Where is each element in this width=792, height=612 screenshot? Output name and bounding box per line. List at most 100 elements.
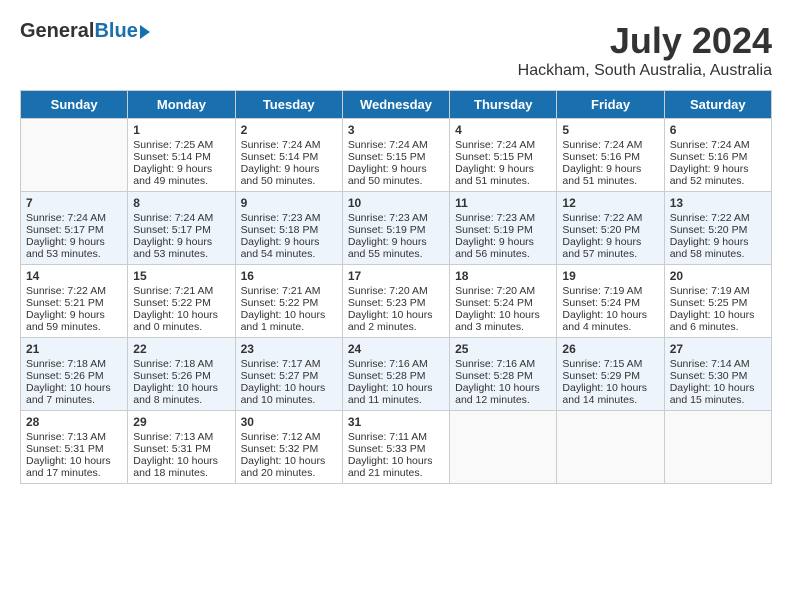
calendar-empty-cell (450, 411, 557, 484)
day-of-week-header: Monday (128, 91, 235, 119)
sunrise-text: Sunrise: 7:23 AM (348, 212, 444, 224)
day-number: 22 (133, 342, 229, 356)
calendar-day-cell: 12Sunrise: 7:22 AMSunset: 5:20 PMDayligh… (557, 192, 664, 265)
calendar-day-cell: 15Sunrise: 7:21 AMSunset: 5:22 PMDayligh… (128, 265, 235, 338)
calendar-title: July 2024 (518, 20, 772, 62)
calendar-day-cell: 19Sunrise: 7:19 AMSunset: 5:24 PMDayligh… (557, 265, 664, 338)
sunset-text: Sunset: 5:33 PM (348, 443, 444, 455)
sunset-text: Sunset: 5:26 PM (133, 370, 229, 382)
sunset-text: Sunset: 5:15 PM (455, 151, 551, 163)
daylight-text: Daylight: 10 hours and 6 minutes. (670, 309, 766, 333)
sunset-text: Sunset: 5:28 PM (455, 370, 551, 382)
daylight-text: Daylight: 10 hours and 3 minutes. (455, 309, 551, 333)
calendar-day-cell: 4Sunrise: 7:24 AMSunset: 5:15 PMDaylight… (450, 119, 557, 192)
sunrise-text: Sunrise: 7:13 AM (26, 431, 122, 443)
sunset-text: Sunset: 5:16 PM (670, 151, 766, 163)
calendar-day-cell: 29Sunrise: 7:13 AMSunset: 5:31 PMDayligh… (128, 411, 235, 484)
logo-blue-text: Blue (94, 20, 137, 43)
sunset-text: Sunset: 5:22 PM (133, 297, 229, 309)
calendar-day-cell: 25Sunrise: 7:16 AMSunset: 5:28 PMDayligh… (450, 338, 557, 411)
calendar-day-cell: 3Sunrise: 7:24 AMSunset: 5:15 PMDaylight… (342, 119, 449, 192)
day-number: 18 (455, 269, 551, 283)
daylight-text: Daylight: 10 hours and 20 minutes. (241, 455, 337, 479)
calendar-day-cell: 31Sunrise: 7:11 AMSunset: 5:33 PMDayligh… (342, 411, 449, 484)
sunrise-text: Sunrise: 7:24 AM (133, 212, 229, 224)
sunrise-text: Sunrise: 7:14 AM (670, 358, 766, 370)
day-number: 27 (670, 342, 766, 356)
sunrise-text: Sunrise: 7:22 AM (26, 285, 122, 297)
daylight-text: Daylight: 10 hours and 18 minutes. (133, 455, 229, 479)
daylight-text: Daylight: 9 hours and 58 minutes. (670, 236, 766, 260)
sunrise-text: Sunrise: 7:21 AM (133, 285, 229, 297)
daylight-text: Daylight: 9 hours and 54 minutes. (241, 236, 337, 260)
daylight-text: Daylight: 10 hours and 2 minutes. (348, 309, 444, 333)
sunset-text: Sunset: 5:21 PM (26, 297, 122, 309)
daylight-text: Daylight: 9 hours and 55 minutes. (348, 236, 444, 260)
sunset-text: Sunset: 5:15 PM (348, 151, 444, 163)
calendar-day-cell: 28Sunrise: 7:13 AMSunset: 5:31 PMDayligh… (21, 411, 128, 484)
sunset-text: Sunset: 5:20 PM (670, 224, 766, 236)
calendar-day-cell: 9Sunrise: 7:23 AMSunset: 5:18 PMDaylight… (235, 192, 342, 265)
sunset-text: Sunset: 5:31 PM (133, 443, 229, 455)
sunset-text: Sunset: 5:19 PM (348, 224, 444, 236)
day-number: 23 (241, 342, 337, 356)
title-block: July 2024 Hackham, South Australia, Aust… (518, 20, 772, 80)
page-header: General Blue July 2024 Hackham, South Au… (20, 20, 772, 80)
day-number: 15 (133, 269, 229, 283)
day-number: 10 (348, 196, 444, 210)
calendar-empty-cell (21, 119, 128, 192)
calendar-day-cell: 11Sunrise: 7:23 AMSunset: 5:19 PMDayligh… (450, 192, 557, 265)
daylight-text: Daylight: 9 hours and 49 minutes. (133, 163, 229, 187)
sunset-text: Sunset: 5:22 PM (241, 297, 337, 309)
day-number: 19 (562, 269, 658, 283)
day-number: 1 (133, 123, 229, 137)
day-number: 6 (670, 123, 766, 137)
daylight-text: Daylight: 9 hours and 53 minutes. (133, 236, 229, 260)
sunset-text: Sunset: 5:24 PM (455, 297, 551, 309)
sunrise-text: Sunrise: 7:20 AM (348, 285, 444, 297)
sunrise-text: Sunrise: 7:24 AM (670, 139, 766, 151)
day-number: 20 (670, 269, 766, 283)
day-number: 8 (133, 196, 229, 210)
calendar-day-cell: 16Sunrise: 7:21 AMSunset: 5:22 PMDayligh… (235, 265, 342, 338)
day-number: 17 (348, 269, 444, 283)
sunrise-text: Sunrise: 7:19 AM (670, 285, 766, 297)
calendar-empty-cell (664, 411, 771, 484)
day-number: 5 (562, 123, 658, 137)
sunrise-text: Sunrise: 7:22 AM (562, 212, 658, 224)
sunrise-text: Sunrise: 7:17 AM (241, 358, 337, 370)
day-number: 21 (26, 342, 122, 356)
sunset-text: Sunset: 5:26 PM (26, 370, 122, 382)
sunset-text: Sunset: 5:29 PM (562, 370, 658, 382)
daylight-text: Daylight: 9 hours and 51 minutes. (455, 163, 551, 187)
sunset-text: Sunset: 5:14 PM (241, 151, 337, 163)
sunset-text: Sunset: 5:24 PM (562, 297, 658, 309)
sunset-text: Sunset: 5:25 PM (670, 297, 766, 309)
day-number: 28 (26, 415, 122, 429)
daylight-text: Daylight: 9 hours and 51 minutes. (562, 163, 658, 187)
day-of-week-header: Friday (557, 91, 664, 119)
calendar-week-row: 28Sunrise: 7:13 AMSunset: 5:31 PMDayligh… (21, 411, 772, 484)
day-of-week-header: Wednesday (342, 91, 449, 119)
sunrise-text: Sunrise: 7:16 AM (348, 358, 444, 370)
sunrise-text: Sunrise: 7:24 AM (562, 139, 658, 151)
calendar-day-cell: 27Sunrise: 7:14 AMSunset: 5:30 PMDayligh… (664, 338, 771, 411)
calendar-week-row: 14Sunrise: 7:22 AMSunset: 5:21 PMDayligh… (21, 265, 772, 338)
calendar-day-cell: 8Sunrise: 7:24 AMSunset: 5:17 PMDaylight… (128, 192, 235, 265)
sunset-text: Sunset: 5:31 PM (26, 443, 122, 455)
day-number: 24 (348, 342, 444, 356)
sunset-text: Sunset: 5:27 PM (241, 370, 337, 382)
calendar-day-cell: 26Sunrise: 7:15 AMSunset: 5:29 PMDayligh… (557, 338, 664, 411)
day-number: 25 (455, 342, 551, 356)
sunrise-text: Sunrise: 7:18 AM (26, 358, 122, 370)
day-number: 29 (133, 415, 229, 429)
sunrise-text: Sunrise: 7:24 AM (348, 139, 444, 151)
sunset-text: Sunset: 5:18 PM (241, 224, 337, 236)
calendar-day-cell: 22Sunrise: 7:18 AMSunset: 5:26 PMDayligh… (128, 338, 235, 411)
day-of-week-header: Thursday (450, 91, 557, 119)
daylight-text: Daylight: 9 hours and 59 minutes. (26, 309, 122, 333)
day-number: 30 (241, 415, 337, 429)
sunset-text: Sunset: 5:16 PM (562, 151, 658, 163)
day-number: 16 (241, 269, 337, 283)
sunrise-text: Sunrise: 7:11 AM (348, 431, 444, 443)
